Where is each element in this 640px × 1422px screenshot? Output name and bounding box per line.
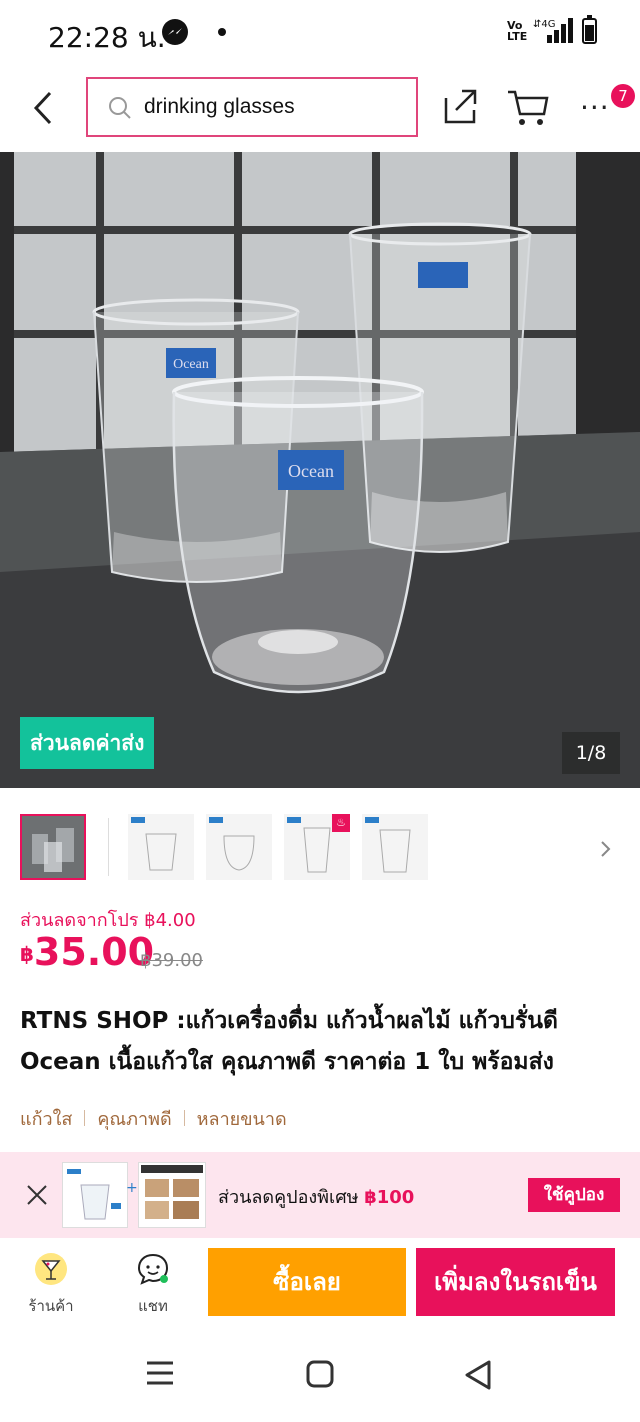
product-image[interactable]: Ocean Ocean ส่วนลดค่าส่ง 1/8	[0, 152, 640, 788]
price-currency: ฿	[20, 942, 34, 966]
recent-apps-icon[interactable]	[146, 1360, 174, 1386]
price-block: ฿35.00 ฿39.00	[20, 930, 203, 974]
product-title: RTNS SHOP :แก้วเครื่องดื่ม แก้วน้ำผลไม้ …	[20, 1008, 558, 1075]
back-arrow-icon[interactable]	[28, 90, 58, 126]
image-counter: 1/8	[562, 732, 620, 774]
thumbnail-label	[131, 817, 145, 823]
coupon-banner: + ส่วนลดคูปองพิเศษ ฿100 ใช้คูปอง	[0, 1152, 640, 1238]
bundle-thumbnail-icon	[141, 1165, 203, 1219]
buy-now-button[interactable]: ซื้อเลย	[208, 1248, 406, 1316]
system-navigation	[0, 1330, 640, 1422]
cart-count-badge: 7	[611, 84, 635, 108]
plus-icon: +	[126, 1180, 138, 1196]
coupon-bundle-image	[138, 1162, 206, 1228]
store-label: ร้านค้า	[28, 1297, 74, 1315]
thumbnail-glass-icon	[223, 835, 255, 871]
thumbnail-label	[365, 817, 379, 823]
chat-label: แชท	[138, 1297, 168, 1315]
use-coupon-button[interactable]: ใช้คูปอง	[528, 1178, 620, 1212]
add-to-cart-button[interactable]: เพิ่มลงในรถเข็น	[416, 1248, 615, 1316]
glass-brand-label: Ocean	[173, 357, 209, 372]
close-icon[interactable]	[26, 1184, 48, 1206]
volte-icon: Vo LTE	[507, 19, 528, 43]
thumbnail-1[interactable]	[20, 814, 86, 880]
thumbnail-glass-icon	[145, 833, 177, 871]
status-time: 22:28 น.	[48, 21, 166, 54]
signal-icon: ⇵4G	[533, 18, 573, 43]
chevron-right-icon[interactable]	[600, 840, 612, 858]
tag-divider	[84, 1110, 86, 1126]
action-bar: ร้านค้า แชท ซื้อเลย เพิ่มลงในรถเข็น	[0, 1240, 640, 1324]
glass-brand-label-front: Ocean	[288, 461, 334, 481]
thumbnail-3[interactable]	[206, 814, 272, 880]
back-nav-icon[interactable]	[464, 1360, 492, 1390]
search-query: drinking glasses	[144, 95, 295, 118]
hot-flame-icon: ♨	[332, 814, 350, 832]
home-icon[interactable]	[306, 1360, 334, 1388]
thumbnail-glass-icon	[379, 829, 411, 873]
chat-button[interactable]: แชท	[128, 1252, 178, 1318]
tag-item[interactable]: หลายขนาด	[197, 1104, 287, 1133]
share-icon[interactable]	[442, 88, 478, 124]
search-input[interactable]: drinking glasses	[86, 77, 418, 137]
price-amount: 35.00	[33, 930, 155, 974]
top-nav: drinking glasses ··· 7	[0, 66, 640, 150]
coupon-text: ส่วนลดคูปองพิเศษ ฿100	[218, 1182, 414, 1211]
more-options-icon[interactable]: ···	[580, 94, 610, 122]
messenger-icon	[162, 19, 188, 45]
thumbnail-label	[287, 817, 301, 823]
coupon-amount: ฿100	[364, 1187, 415, 1208]
glasses-photo: Ocean Ocean	[0, 152, 640, 788]
tag-divider	[183, 1110, 185, 1126]
search-icon	[109, 97, 131, 119]
store-icon	[35, 1253, 67, 1285]
thumbnail-5[interactable]	[362, 814, 428, 880]
shipping-discount-tag: ส่วนลดค่าส่ง	[20, 717, 155, 769]
thumbnail-strip: ♨	[0, 812, 640, 888]
product-tags: แก้วใส คุณภาพดี หลายขนาด	[20, 1104, 287, 1133]
battery-icon	[582, 15, 597, 44]
thumbnail-divider	[108, 818, 109, 876]
notification-dot-icon	[218, 28, 226, 36]
thumbnail-2[interactable]	[128, 814, 194, 880]
thumbnail-label	[209, 817, 223, 823]
thumbnail-4[interactable]: ♨	[284, 814, 350, 880]
coupon-product-image	[62, 1162, 128, 1228]
chat-icon	[137, 1253, 169, 1285]
status-bar: 22:28 น. Vo LTE ⇵4G	[0, 0, 640, 66]
thumbnail-glasses-icon	[22, 816, 84, 878]
tag-item[interactable]: คุณภาพดี	[97, 1104, 171, 1133]
glass-thumbnail-icon	[67, 1169, 121, 1220]
coupon-label: ส่วนลดคูปองพิเศษ	[218, 1187, 365, 1208]
tag-item[interactable]: แก้วใส	[20, 1104, 72, 1133]
original-price: ฿39.00	[140, 950, 203, 971]
svg-text:⇵4G: ⇵4G	[533, 19, 556, 30]
cart-icon[interactable]	[506, 88, 550, 128]
store-button[interactable]: ร้านค้า	[26, 1252, 76, 1318]
